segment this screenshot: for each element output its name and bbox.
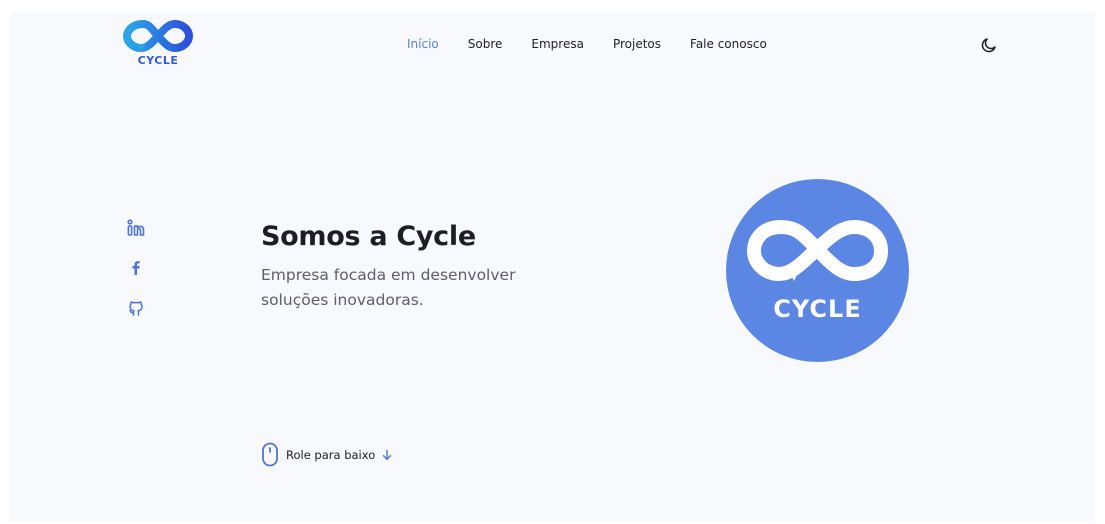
- header-logo[interactable]: CYCLE: [121, 16, 195, 68]
- moon-icon: [981, 38, 996, 53]
- infinity-logo-icon: [123, 20, 193, 52]
- facebook-link[interactable]: [126, 258, 146, 278]
- scroll-down-button[interactable]: Role para baixo: [261, 442, 393, 467]
- nav-item-inicio[interactable]: Início: [407, 37, 439, 51]
- github-link[interactable]: [126, 298, 146, 318]
- social-links: [126, 218, 148, 338]
- theme-toggle-button[interactable]: [980, 36, 998, 54]
- hero-title: Somos a Cycle: [261, 221, 476, 252]
- github-icon: [129, 301, 143, 316]
- nav-item-sobre[interactable]: Sobre: [468, 37, 503, 51]
- nav-item-projetos[interactable]: Projetos: [613, 37, 661, 51]
- page-container: CYCLE Início Sobre Empresa Projetos Fale…: [10, 12, 1095, 522]
- nav-item-fale-conosco[interactable]: Fale conosco: [690, 37, 767, 51]
- nav-item-empresa[interactable]: Empresa: [531, 37, 584, 51]
- facebook-icon: [132, 261, 140, 275]
- hero-logo-image: CYCLE: [726, 179, 909, 362]
- arrow-down-icon: [383, 449, 392, 460]
- hero-logo-text: CYCLE: [773, 295, 861, 323]
- mouse-icon: [262, 442, 278, 467]
- scroll-down-label: Role para baixo: [286, 447, 376, 462]
- linkedin-icon: [127, 219, 145, 236]
- logo-text: CYCLE: [137, 54, 179, 67]
- hero-subtitle: Empresa focada em desenvolver soluções i…: [261, 266, 516, 309]
- main-nav: Início Sobre Empresa Projetos Fale conos…: [407, 37, 796, 51]
- linkedin-link[interactable]: [126, 218, 146, 238]
